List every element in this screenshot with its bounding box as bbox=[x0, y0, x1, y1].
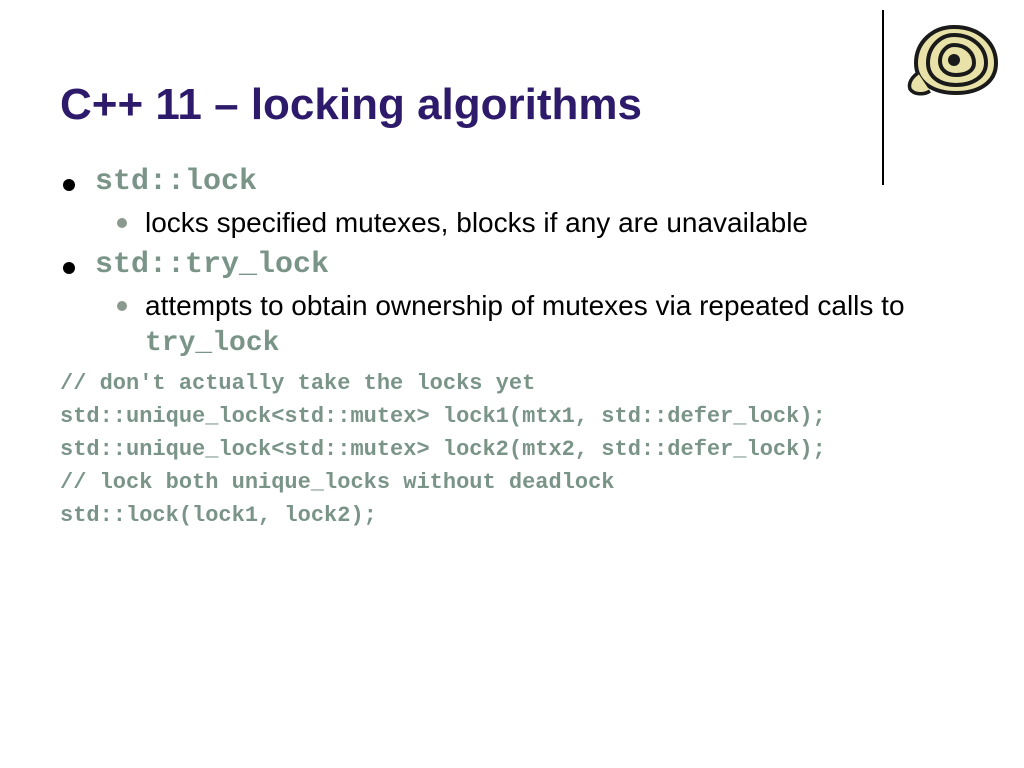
bullet-list: std::lock locks specified mutexes, block… bbox=[60, 165, 964, 532]
code-line: // lock both unique_locks without deadlo… bbox=[60, 466, 964, 499]
sub-list: attempts to obtain ownership of mutexes … bbox=[95, 288, 964, 361]
code-line: std::lock(lock1, lock2); bbox=[60, 499, 964, 532]
sub-item-text: attempts to obtain ownership of mutexes … bbox=[145, 290, 905, 321]
bullet-item-lock: std::lock locks specified mutexes, block… bbox=[95, 165, 964, 240]
sub-item: attempts to obtain ownership of mutexes … bbox=[145, 288, 964, 361]
bullet-head: std::try_lock bbox=[95, 248, 329, 282]
code-line: std::unique_lock<std::mutex> lock1(mtx1,… bbox=[60, 400, 964, 433]
slide-title: C++ 11 – locking algorithms bbox=[60, 80, 964, 130]
code-line: // don't actually take the locks yet bbox=[60, 367, 964, 400]
snail-icon bbox=[904, 15, 1004, 100]
code-block: // don't actually take the locks yet std… bbox=[60, 367, 964, 532]
bullet-head: std::lock bbox=[95, 165, 257, 199]
vertical-divider bbox=[882, 10, 884, 185]
bullet-item-trylock: std::try_lock attempts to obtain ownersh… bbox=[95, 248, 964, 532]
inline-code: try_lock bbox=[145, 328, 279, 359]
slide: C++ 11 – locking algorithms std::lock lo… bbox=[0, 0, 1024, 580]
sub-list: locks specified mutexes, blocks if any a… bbox=[95, 205, 964, 240]
sub-item: locks specified mutexes, blocks if any a… bbox=[145, 205, 964, 240]
code-line: std::unique_lock<std::mutex> lock2(mtx2,… bbox=[60, 433, 964, 466]
